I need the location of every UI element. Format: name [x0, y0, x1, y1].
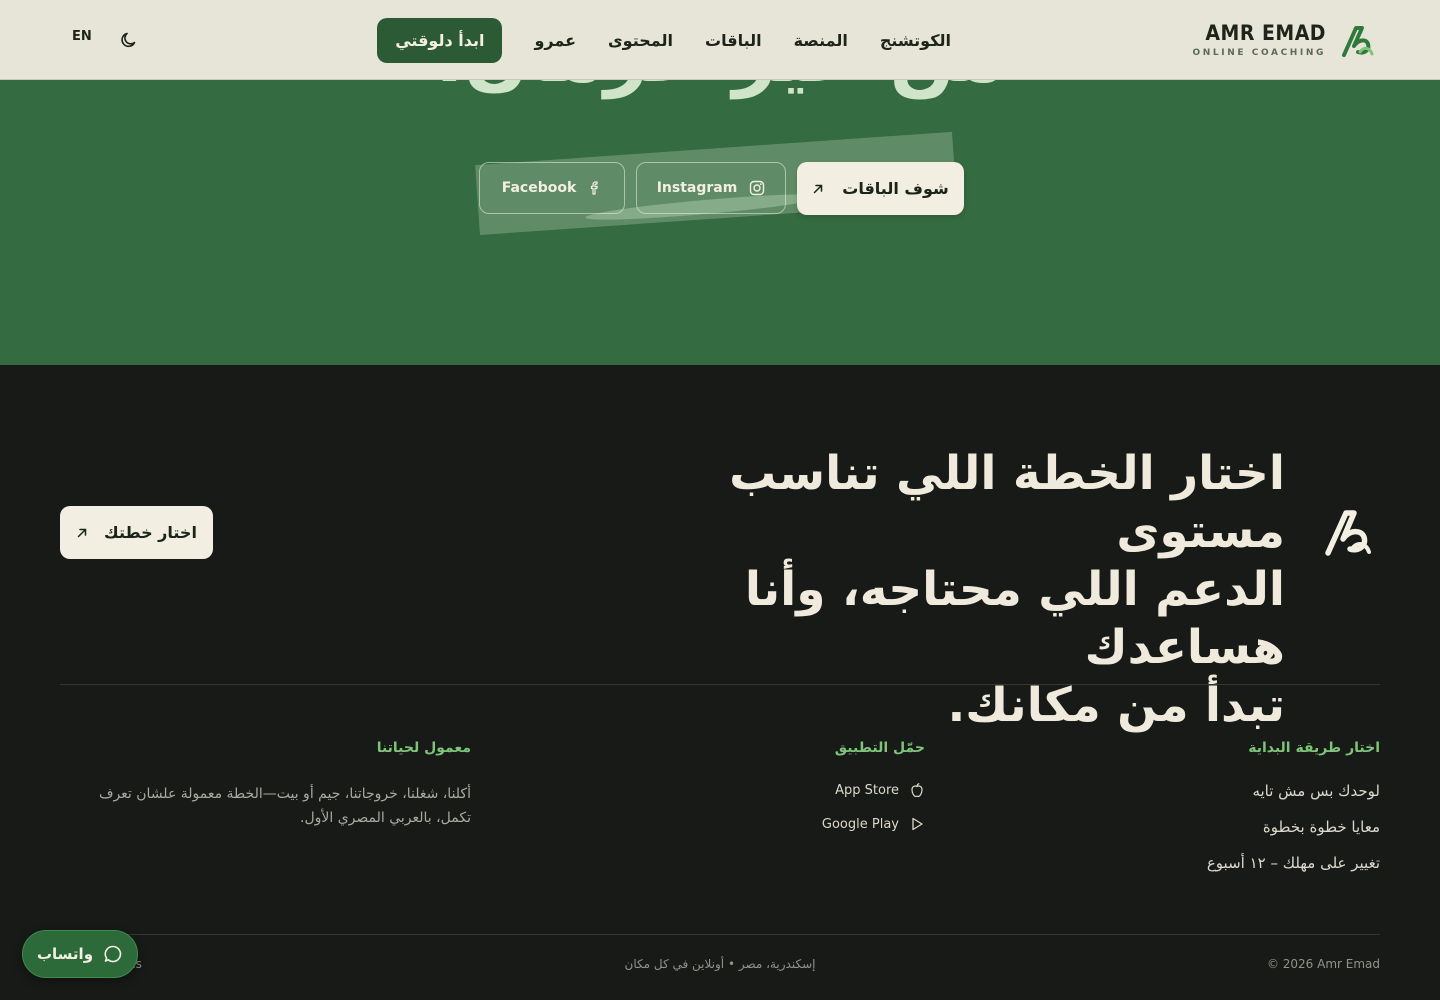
hero-buttons: Facebook Instagram شوف الباقات [479, 162, 964, 215]
col-title: اختار طريقة البداية [1248, 740, 1380, 756]
nav-plans[interactable]: الباقات [705, 31, 762, 50]
moon-icon[interactable] [119, 30, 139, 50]
main-nav: الكوتشنج المنصة الباقات المحتوى عمرو ابد… [377, 0, 951, 80]
footer-link-12-weeks[interactable]: تغيير على مهلك – ١٢ أسبوع [1207, 854, 1380, 872]
facebook-icon [591, 181, 599, 195]
cta-heading-line: الدعم اللي محتاجه، وأنا هساعدك [744, 562, 1285, 675]
footer-col-app: حمّل التطبيق App Store Google Play [822, 740, 925, 850]
see-plans-button[interactable]: شوف الباقات [797, 162, 964, 215]
chat-bubble-icon [104, 945, 122, 963]
facebook-button[interactable]: Facebook [479, 162, 625, 214]
app-store-label: App Store [835, 782, 899, 798]
brand[interactable]: AMR EMAD ONLINE COACHING [1193, 20, 1376, 60]
location-text: إسكندرية، مصر • أونلاين في كل مكان [624, 957, 816, 971]
brand-tagline: ONLINE COACHING [1192, 48, 1326, 58]
whatsapp-label: واتساب [36, 945, 94, 963]
footer-link-solo[interactable]: لوحدك بس مش تايه [1207, 782, 1380, 800]
col-title: معمول لحياتنا [376, 740, 471, 756]
cta-heading-line: تبدأ من مكانك. [947, 678, 1285, 733]
divider [60, 934, 1380, 935]
choose-plan-label: اختار خطتك [104, 523, 197, 542]
brand-logo-icon [1342, 26, 1374, 57]
start-now-button[interactable]: ابدأ دلوقتي [377, 17, 503, 63]
instagram-button[interactable]: Instagram [636, 162, 786, 214]
instagram-label: Instagram [656, 180, 738, 196]
nav-content[interactable]: المحتوى [608, 31, 673, 50]
footer-link-step-by-step[interactable]: معايا خطوة بخطوة [1207, 818, 1380, 836]
apple-icon [911, 783, 923, 798]
col-title: حمّل التطبيق [834, 740, 925, 756]
cta-heading-line: اختار الخطة اللي تناسب مستوى [729, 446, 1285, 559]
nav-platform[interactable]: المنصة [794, 31, 848, 50]
google-play-link[interactable]: Google Play [822, 816, 925, 832]
instagram-icon [750, 180, 765, 196]
app-store-link[interactable]: App Store [822, 782, 925, 798]
brand-name: AMR EMAD [1205, 21, 1326, 45]
divider [60, 684, 1380, 685]
footer-section: اختار الخطة اللي تناسب مستوى الدعم اللي … [0, 365, 1440, 1000]
brand-text: AMR EMAD ONLINE COACHING [1193, 22, 1326, 58]
site-header: AMR EMAD ONLINE COACHING الكوتشنج المنصة… [0, 0, 1440, 80]
arrow-up-right-icon [77, 528, 87, 537]
language-toggle[interactable]: EN [72, 29, 92, 44]
hero-heading: من غير حرمان. [0, 80, 1440, 110]
see-plans-label: شوف الباقات [842, 179, 949, 198]
nav-amr[interactable]: عمرو [534, 31, 576, 50]
footer-col-start: اختار طريقة البداية لوحدك بس مش تايه معا… [1207, 740, 1380, 890]
whatsapp-button[interactable]: واتساب [22, 930, 138, 978]
brand-logo-icon [1325, 510, 1371, 556]
hero-section: من غير حرمان. Facebook Instagram شوف الب… [0, 80, 1440, 365]
google-play-label: Google Play [821, 816, 899, 832]
play-icon [912, 817, 923, 831]
footer-col-about: معمول لحياتنا أكلنا، شغلنا، خروجاتنا، جي… [71, 740, 471, 830]
about-text: أكلنا، شغلنا، خروجاتنا، جيم أو بيت—الخطة… [98, 786, 471, 826]
facebook-label: Facebook [501, 180, 577, 196]
choose-plan-button[interactable]: اختار خطتك [60, 506, 213, 559]
cta-heading: اختار الخطة اللي تناسب مستوى الدعم اللي … [565, 445, 1285, 735]
arrow-up-right-icon [813, 184, 823, 193]
nav-coaching[interactable]: الكوتشنج [880, 31, 951, 50]
